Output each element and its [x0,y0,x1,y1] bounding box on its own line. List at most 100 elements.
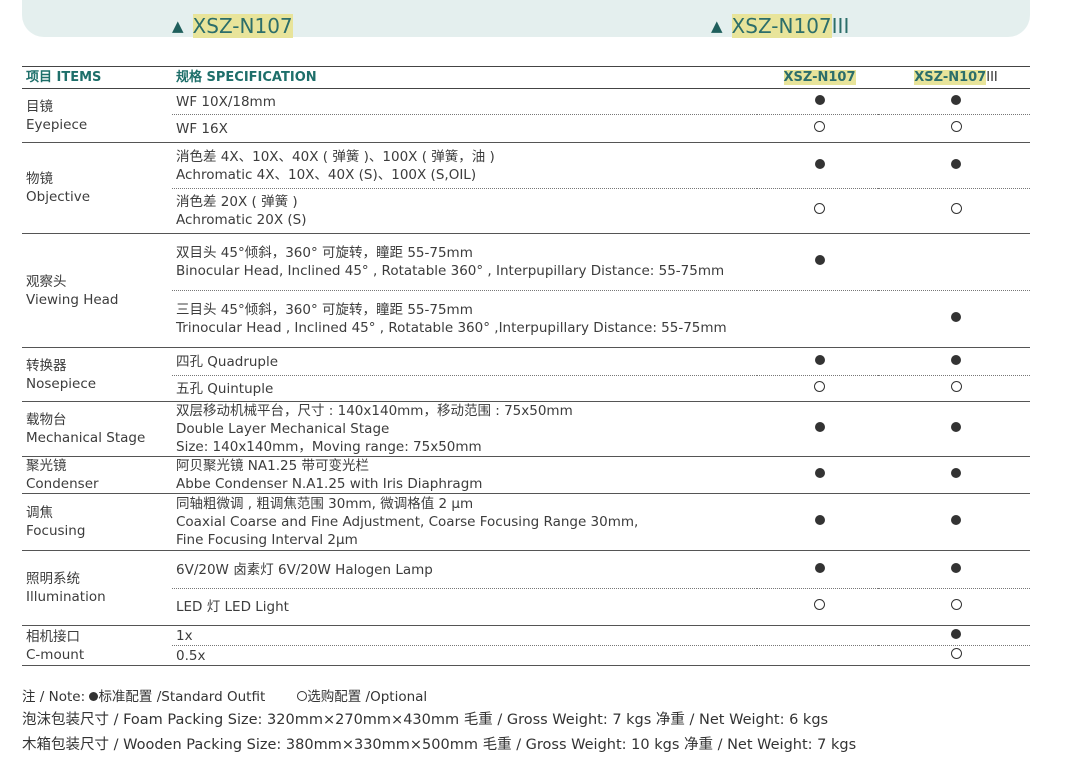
filled-dot-icon [814,468,825,478]
spec-line: 同轴粗微调 , 粗调焦范围 30mm, 微调格值 2 μm [176,496,474,512]
spec-line: Size: 140x140mm，Moving range: 75x50mm [176,439,482,455]
spec-line: 双目头 45°倾斜，360° 可旋转，瞳距 55-75mm [176,245,473,261]
item-en: Mechanical Stage [26,430,146,446]
spec-line: 1x [176,627,193,644]
filled-dot-icon [951,628,961,639]
table-row: WF 16X [22,114,1030,143]
spec-line: Fine Focusing Interval 2μm [176,532,358,548]
filled-dot-icon [951,312,961,322]
spec-cell: 消色差 20X ( 弹簧 ) Achromatic 20X (S) [172,188,757,234]
spec-line: 四孔 Quadruple [176,353,279,370]
model1-mark [757,456,878,494]
header-model2: XSZ-N107III [878,66,1030,89]
model2-mark [878,188,1030,234]
item-en: Eyepiece [26,116,88,133]
model2-mark [878,375,1030,402]
filled-dot-icon [951,354,961,365]
spec-cell: 四孔 Quadruple [172,347,757,376]
triangle-icon: ▲ [172,17,184,35]
model2-mark [878,88,1030,115]
model2-mark [878,645,1030,666]
table-row: LED 灯 LED Light [22,588,1030,626]
spec-cell: 双层移动机械平台，尺寸 : 140x140mm，移动范围 : 75x50mm Do… [172,401,757,457]
item-en: Viewing Head [26,291,119,308]
filled-dot-icon [814,562,825,573]
model2-mark [878,114,1030,143]
table-row: 五孔 Quintuple [22,375,1030,402]
model2-mark [878,550,1030,589]
table-row: 转换器 Nosepiece 四孔 Quadruple [22,347,1030,402]
item-cell: 载物台 Mechanical Stage [22,401,172,457]
item-cell: 转换器 Nosepiece [22,347,172,402]
model2-mark [878,233,1030,291]
spec-cell: WF 10X/18mm [172,88,757,115]
model1-mark [757,375,878,402]
spec-line: Abbe Condenser N.A1.25 with Iris Diaphra… [176,476,483,492]
banner-model-left: ▲ XSZ-N107 [172,14,293,38]
spec-table: 项目 ITEMS 规格 SPECIFICATION XSZ-N107 XSZ-N… [22,66,1030,666]
item-cell: 调焦 Focusing [22,493,172,551]
model2-mark [878,401,1030,457]
model2-mark [878,493,1030,551]
model1-mark [757,625,878,646]
empty-dot-icon [814,380,825,392]
model2-mark [878,142,1030,189]
model1-mark [757,290,878,348]
spec-line: Double Layer Mechanical Stage [176,421,390,437]
table-row: 0.5x [22,645,1030,666]
table-row: 物镜 Objective 消色差 4X、10X、40X ( 弹簧 )、100X ( … [22,142,1030,234]
spec-line: Achromatic 4X、10X、40X (S)、100X (S,OIL) [176,166,477,183]
table-row: 调焦 Focusing 同轴粗微调 , 粗调焦范围 30mm, 微调格值 2 μm C… [22,493,1030,551]
notes: 注 / Note: 标准配置 /Standard Outfit 选购配置 /Opt… [22,686,856,758]
model2-mark [878,290,1030,348]
model1-mark [757,114,878,143]
item-cell: 聚光镜 Condenser [22,456,172,494]
filled-dot-icon [814,255,825,265]
item-en: C-mount [26,646,85,663]
filled-dot-icon [814,354,825,365]
spec-cell: 同轴粗微调 , 粗调焦范围 30mm, 微调格值 2 μm Coaxial Coa… [172,493,757,551]
filled-dot-icon [951,468,961,478]
filled-dot-icon [951,158,961,169]
model1-mark [757,588,878,626]
item-cn: 调焦 [26,505,53,521]
empty-dot-icon [297,691,308,701]
item-cn: 转换器 [26,357,67,374]
empty-dot-icon [814,120,825,132]
empty-dot-icon [950,647,962,659]
spec-cell: 0.5x [172,645,757,666]
empty-dot-icon [814,599,825,610]
filled-dot-icon [951,422,961,432]
item-cell: 观察头 Viewing Head [22,233,172,348]
filled-dot-icon [814,515,825,525]
model2-mark [878,456,1030,494]
model2-mark [878,347,1030,376]
spec-line: 0.5x [176,647,206,664]
item-en: Focusing [26,523,86,539]
filled-dot-icon [814,94,825,105]
wooden-packing: 木箱包装尺寸 / Wooden Packing Size: 380mm×330m… [22,737,857,753]
table-row: 目镜 Eyepiece WF 10X/18mm [22,88,1030,143]
item-cn: 观察头 [26,273,67,290]
spec-line: Trinocular Head , Inclined 45° , Rotatab… [176,320,727,336]
filled-dot-icon [951,94,961,105]
spec-cell: WF 16X [172,114,757,143]
filled-dot-icon [951,515,961,525]
spec-line: LED 灯 LED Light [176,599,289,615]
spec-cell: 双目头 45°倾斜，360° 可旋转，瞳距 55-75mm Binocular H… [172,233,757,291]
spec-line: Coaxial Coarse and Fine Adjustment, Coar… [176,514,639,530]
empty-dot-icon [950,599,962,610]
spec-line: 6V/20W 卤素灯 6V/20W Halogen Lamp [176,561,433,578]
item-cell: 相机接口 C-mount [22,625,172,666]
spec-cell: 6V/20W 卤素灯 6V/20W Halogen Lamp [172,550,757,589]
spec-cell: 三目头 45°倾斜，360° 可旋转，瞳距 55-75mm Trinocular … [172,290,757,348]
item-cn: 照明系统 [26,571,80,587]
spec-line: 消色差 20X ( 弹簧 ) [176,194,298,210]
empty-dot-icon [950,380,962,392]
item-en: Condenser [26,476,99,492]
item-en: Illumination [26,589,106,605]
model1-mark [757,142,878,189]
empty-dot-icon [950,203,962,214]
table-row: 聚光镜 Condenser 阿贝聚光镜 NA1.25 带可变光栏 Abbe Conde… [22,456,1030,494]
spec-line: Binocular Head, Inclined 45° , Rotatable… [176,263,725,279]
